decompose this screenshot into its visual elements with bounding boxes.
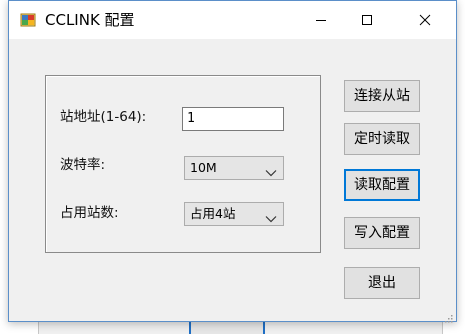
read-config-button[interactable]: 读取配置	[344, 169, 420, 201]
chevron-down-icon	[265, 163, 277, 177]
write-config-button[interactable]: 写入配置	[344, 217, 420, 249]
maximize-button[interactable]	[344, 1, 390, 39]
chevron-down-icon	[265, 209, 277, 223]
resize-grip-icon[interactable]	[443, 308, 453, 323]
app-icon	[20, 12, 36, 28]
window-title: CCLINK 配置	[45, 11, 135, 29]
minimize-button[interactable]	[298, 1, 344, 39]
occupied-stations-value: 占用4站	[190, 206, 236, 221]
station-address-label: 站地址(1-64):	[60, 109, 147, 125]
baud-rate-label: 波特率:	[60, 157, 106, 173]
station-address-input[interactable]: 1	[182, 107, 284, 131]
occupied-stations-label: 占用站数:	[60, 205, 119, 221]
screen: CCLINK 配置 站地址(1-64): 1 波特率: 10M 占用站数: 占用…	[0, 0, 465, 334]
baud-rate-value: 10M	[190, 160, 217, 175]
timed-read-button[interactable]: 定时读取	[344, 123, 420, 155]
exit-button[interactable]: 退出	[344, 267, 420, 299]
close-button[interactable]	[402, 1, 448, 39]
baud-rate-select[interactable]: 10M	[184, 156, 284, 180]
connect-slave-button[interactable]: 连接从站	[344, 80, 420, 112]
occupied-stations-select[interactable]: 占用4站	[184, 202, 284, 226]
maximize-icon	[361, 11, 373, 30]
background-window-button	[189, 320, 265, 334]
close-icon	[419, 11, 431, 30]
cclink-config-dialog: CCLINK 配置 站地址(1-64): 1 波特率: 10M 占用站数: 占用…	[8, 0, 457, 323]
minimize-icon	[315, 11, 327, 30]
title-bar[interactable]: CCLINK 配置	[9, 1, 456, 39]
